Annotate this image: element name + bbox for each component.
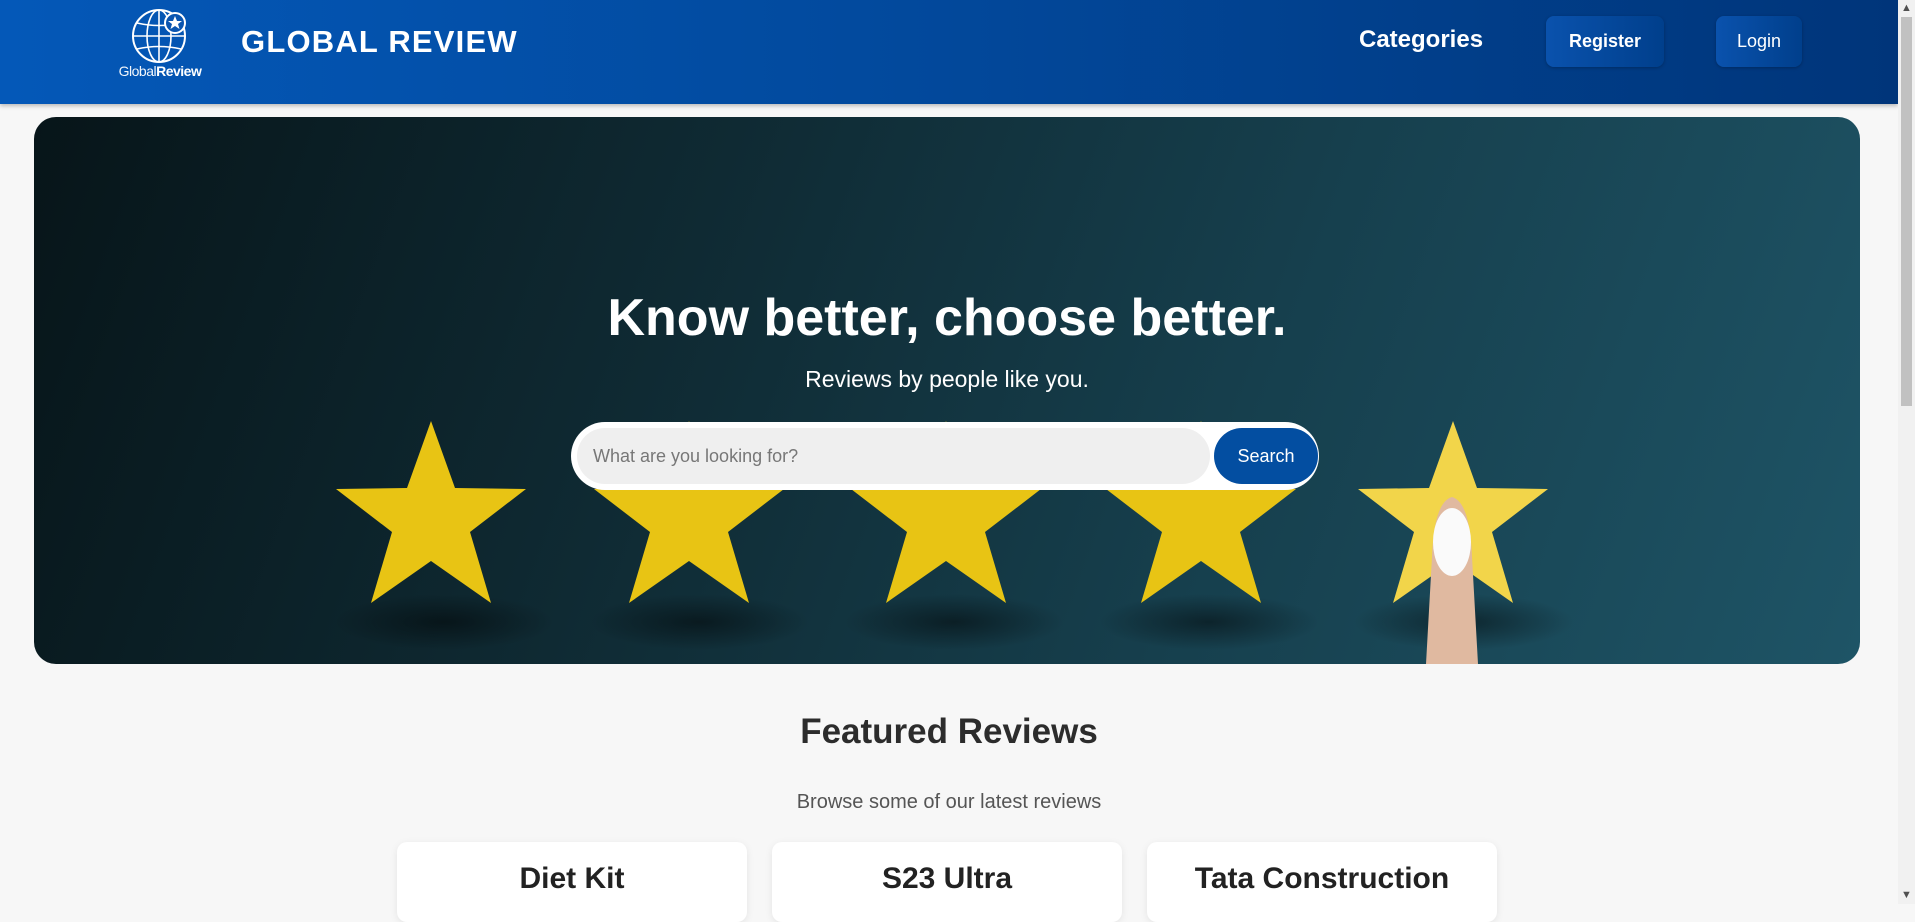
star-icon xyxy=(336,421,526,603)
hero-banner: Know better, choose better. Reviews by p… xyxy=(34,117,1860,664)
vertical-scrollbar[interactable]: ▲ ▼ xyxy=(1898,0,1915,904)
review-card-title: Diet Kit xyxy=(519,862,625,895)
featured-subtitle: Browse some of our latest reviews xyxy=(796,791,1102,813)
featured-title: Featured Reviews xyxy=(800,712,1098,751)
review-card-title: S23 Ultra xyxy=(881,862,1013,895)
search-bar: Search xyxy=(571,422,1319,490)
search-button[interactable]: Search xyxy=(1214,428,1318,484)
review-card[interactable]: S23 Ultra xyxy=(772,842,1122,922)
globe-logo-icon xyxy=(132,9,186,63)
review-card[interactable]: Diet Kit xyxy=(397,842,747,922)
review-card[interactable]: Tata Construction xyxy=(1147,842,1497,922)
logo[interactable]: GlobalReview xyxy=(113,6,207,82)
nav-categories-link[interactable]: Categories xyxy=(1359,26,1483,54)
login-button[interactable]: Login xyxy=(1716,16,1802,67)
logo-text: GlobalReview xyxy=(118,63,202,79)
site-header: GlobalReview GLOBAL REVIEW Categories Re… xyxy=(0,0,1898,104)
scrollbar-thumb[interactable] xyxy=(1901,17,1912,406)
scroll-down-icon[interactable]: ▼ xyxy=(1898,887,1915,904)
brand-title[interactable]: GLOBAL REVIEW xyxy=(241,24,518,60)
hero-subtitle: Reviews by people like you. xyxy=(805,366,1089,392)
search-input[interactable] xyxy=(577,428,1210,484)
hero-title: Know better, choose better. xyxy=(607,289,1287,347)
scroll-up-icon[interactable]: ▲ xyxy=(1898,0,1915,17)
review-card-title: Tata Construction xyxy=(1194,862,1450,895)
register-button[interactable]: Register xyxy=(1546,16,1664,67)
